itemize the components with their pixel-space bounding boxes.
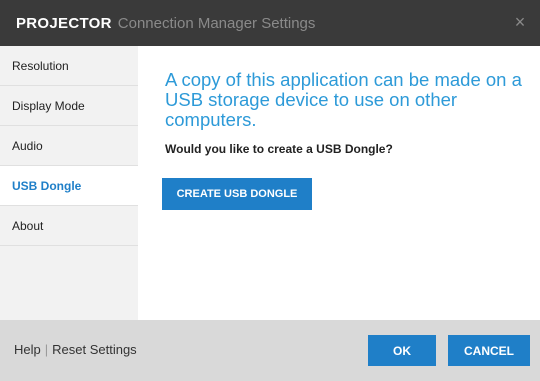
close-icon[interactable]: × <box>510 12 530 32</box>
window-subtitle: Connection Manager Settings <box>117 14 316 32</box>
sidebar-item-usb-dongle[interactable]: USB Dongle <box>0 166 138 206</box>
sidebar-item-about[interactable]: About <box>0 206 138 246</box>
link-separator: | <box>44 342 49 357</box>
create-usb-dongle-button[interactable]: CREATE USB DONGLE <box>162 178 312 210</box>
usb-dongle-description: A copy of this application can be made o… <box>165 69 522 130</box>
footer-links: Help | Reset Settings <box>14 342 137 357</box>
reset-settings-link[interactable]: Reset Settings <box>52 342 137 357</box>
sidebar-item-display-mode[interactable]: Display Mode <box>0 86 138 126</box>
sidebar-item-label: USB Dongle <box>12 178 82 193</box>
sidebar-item-label: About <box>12 218 44 233</box>
sidebar-item-label: Display Mode <box>12 98 85 113</box>
title-bar: PROJECTOR Connection Manager Settings × <box>0 0 540 46</box>
sidebar-item-label: Resolution <box>12 58 69 73</box>
main-panel: A copy of this application can be made o… <box>138 46 540 320</box>
cancel-button[interactable]: CANCEL <box>448 335 530 366</box>
sidebar: Resolution Display Mode Audio USB Dongle… <box>0 46 138 320</box>
sidebar-item-label: Audio <box>12 138 43 153</box>
footer: Help | Reset Settings OK CANCEL <box>0 320 540 381</box>
app-title: PROJECTOR <box>16 14 112 32</box>
sidebar-item-resolution[interactable]: Resolution <box>0 46 138 86</box>
help-link[interactable]: Help <box>14 342 41 357</box>
settings-window: PROJECTOR Connection Manager Settings × … <box>0 0 540 381</box>
ok-button[interactable]: OK <box>368 335 436 366</box>
sidebar-item-audio[interactable]: Audio <box>0 126 138 166</box>
usb-dongle-question: Would you like to create a USB Dongle? <box>165 142 393 156</box>
